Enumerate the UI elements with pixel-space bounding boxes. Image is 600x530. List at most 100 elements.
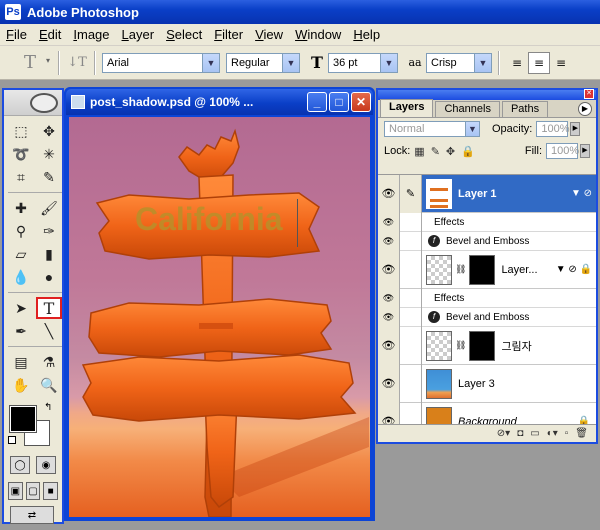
swap-colors-icon[interactable]: ↰ [44,402,52,413]
eye-icon[interactable]: 👁 [378,326,400,365]
clone-stamp-tool-icon[interactable]: ⚲ [8,220,34,242]
effects-indicator-icon[interactable]: ▼ ⊘ 🔒 [556,264,592,275]
fill-input[interactable]: 100% [546,143,579,159]
gradient-tool-icon[interactable]: ▮ [36,243,62,265]
menu-view[interactable]: View [249,27,289,42]
eye-icon[interactable]: 👁 [378,364,400,403]
lock-position-icon[interactable]: ✥ [446,145,455,158]
brush-icon[interactable]: ✎ [400,175,422,213]
opacity-slider-icon[interactable]: ▶ [570,122,581,136]
foreground-color-swatch[interactable] [9,405,37,433]
layer-mask-thumbnail[interactable] [469,254,496,285]
eye-icon[interactable]: 👁 [378,402,400,426]
app-titlebar[interactable]: Ps Adobe Photoshop [0,0,600,24]
antialias-select[interactable]: Crisp ▼ [426,52,492,73]
menu-edit[interactable]: Edit [33,27,67,42]
lock-transparency-icon[interactable]: ▦ [414,145,424,158]
new-group-icon[interactable]: ▭ [530,428,539,439]
sign-text-layer[interactable]: California [135,201,283,238]
standard-mode-icon[interactable]: ◯ [10,456,30,474]
empty-cell[interactable] [400,250,422,289]
crop-tool-icon[interactable]: ⌗ [8,166,34,188]
move-tool-icon[interactable]: ✥ [36,120,62,142]
pen-tool-icon[interactable]: ✒ [8,320,34,342]
lock-pixels-icon[interactable]: ✎ [431,145,440,158]
layer-name[interactable]: Layer 1 [458,188,497,200]
minimize-button[interactable]: _ [307,92,327,112]
layer-row[interactable]: 👁 ✎ Layer 1 ▼ ⊘ [378,175,596,213]
zoom-tool-icon[interactable]: 🔍 [36,374,62,396]
menu-help[interactable]: Help [347,27,386,42]
new-adjustment-layer-icon[interactable]: ◐▾ [547,428,558,439]
menu-filter[interactable]: Filter [208,27,249,42]
eye-icon[interactable]: 👁 [378,307,400,327]
dodge-tool-icon[interactable]: ● [36,266,62,288]
eyedropper-tool-icon[interactable]: ⚗ [36,351,62,373]
opacity-input[interactable]: 100% [536,121,570,137]
eye-icon[interactable]: 👁 [378,288,400,308]
layer-effect-row[interactable]: 👁 f Bevel and Emboss [378,307,596,327]
layer-name[interactable]: Layer... [501,264,537,276]
text-orientation-icon[interactable]: ↓T [66,52,88,74]
jump-to-imageready-icon[interactable]: ⇄ [10,506,54,524]
font-size-select[interactable]: 36 pt ▼ [328,52,398,73]
align-left-icon[interactable]: ≡ [506,52,528,74]
new-layer-icon[interactable]: ▫ [565,428,569,439]
layer-row[interactable]: 👁 ⛓ 그림자 [378,326,596,365]
eye-icon[interactable]: 👁 [378,231,400,251]
layer-row[interactable]: 👁 ⛓ Layer... ▼ ⊘ 🔒 [378,250,596,289]
full-screen-menu-mode-icon[interactable]: ▢ [25,482,41,500]
add-layer-style-icon[interactable]: ⊘▾ [497,428,510,439]
trash-icon[interactable]: 🗑 [575,428,588,439]
document-titlebar[interactable]: post_shadow.psd @ 100% ... _ □ ✕ [66,89,373,115]
empty-cell[interactable] [400,402,422,426]
slice-tool-icon[interactable]: ✎ [36,166,62,188]
tab-layers[interactable]: Layers [380,99,434,117]
align-right-icon[interactable]: ≡ [550,52,572,74]
font-family-select[interactable]: Arial ▼ [102,52,220,73]
layer-row[interactable]: 👁 Layer 3 [378,364,596,403]
fill-slider-icon[interactable]: ▶ [580,144,590,158]
layer-mask-thumbnail[interactable] [469,330,496,361]
eye-icon[interactable]: 👁 [378,212,400,232]
text-tool-preset-icon[interactable]: T [14,50,46,76]
add-mask-icon[interactable]: ◘ [517,428,523,439]
layer-effects-row[interactable]: 👁 Effects [378,212,596,232]
blend-mode-select[interactable]: Normal ▼ [384,121,480,137]
image-canvas[interactable]: California [69,117,370,517]
standard-screen-mode-icon[interactable]: ▣ [8,482,23,500]
font-style-select[interactable]: Regular ▼ [226,52,300,73]
effects-indicator-icon[interactable]: ▼ ⊘ [571,188,592,199]
menu-layer[interactable]: Layer [116,27,161,42]
menu-image[interactable]: Image [67,27,115,42]
type-tool-icon[interactable]: T [36,297,62,319]
tab-paths[interactable]: Paths [501,101,549,117]
panel-menu-icon[interactable]: ▶ [578,102,592,116]
align-center-icon[interactable]: ≡ [528,51,550,74]
eraser-tool-icon[interactable]: ▱ [8,243,34,265]
path-selection-tool-icon[interactable]: ➤ [8,297,34,319]
menu-window[interactable]: Window [289,27,347,42]
history-brush-tool-icon[interactable]: ✑ [36,220,62,242]
menu-select[interactable]: Select [160,27,208,42]
empty-cell[interactable] [400,326,422,365]
marquee-tool-icon[interactable]: ⬚ [8,120,34,142]
layer-effects-row[interactable]: 👁 Effects [378,288,596,308]
hand-tool-icon[interactable]: ✋ [8,374,34,396]
tab-channels[interactable]: Channels [435,101,500,117]
layer-row[interactable]: 👁 Background 🔒 [378,402,596,426]
close-button[interactable]: ✕ [351,92,371,112]
empty-cell[interactable] [400,364,422,403]
line-tool-icon[interactable]: ╲ [36,320,62,342]
notes-tool-icon[interactable]: ▤ [8,351,34,373]
brush-tool-icon[interactable]: 🖌 [36,197,62,219]
eye-icon[interactable]: 👁 [378,250,400,289]
full-screen-mode-icon[interactable]: ■ [43,482,59,500]
layer-name[interactable]: Layer 3 [458,378,495,390]
quick-mask-mode-icon[interactable]: ◉ [36,456,56,474]
healing-brush-tool-icon[interactable]: ✚ [8,197,34,219]
lasso-tool-icon[interactable]: ➰ [8,143,34,165]
default-colors-icon[interactable] [8,436,16,444]
adobe-eye-icon[interactable] [30,93,58,113]
preset-dropdown-icon[interactable]: ▾ [46,56,52,70]
